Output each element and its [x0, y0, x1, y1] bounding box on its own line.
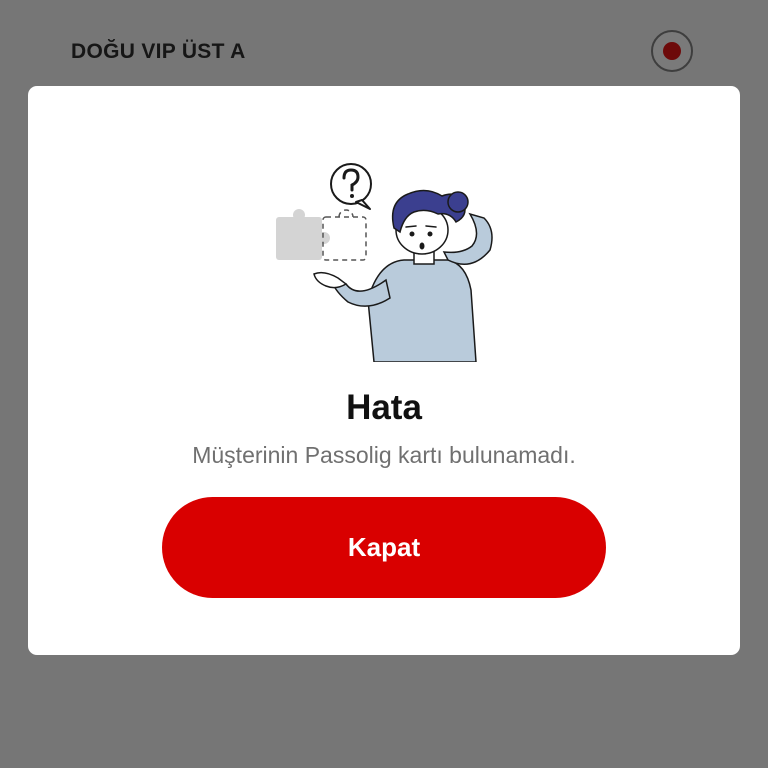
close-button[interactable]: Kapat: [162, 497, 606, 598]
confused-person-puzzle-icon: [276, 163, 493, 362]
dialog-message: Müşterinin Passolig kartı bulunamadı.: [192, 442, 576, 468]
radio-selected-dot: [663, 42, 681, 60]
background-row-title: DOĞU VIP ÜST A: [71, 40, 246, 63]
error-dialog: Hata Müşterinin Passolig kartı bulunamad…: [28, 86, 740, 655]
dialog-title: Hata: [346, 388, 422, 427]
screen: DOĞU VIP ÜST A Hata Müşterinin Passolig …: [0, 0, 768, 768]
radio-button[interactable]: [651, 30, 693, 72]
background-list-row[interactable]: DOĞU VIP ÜST A: [0, 0, 768, 85]
